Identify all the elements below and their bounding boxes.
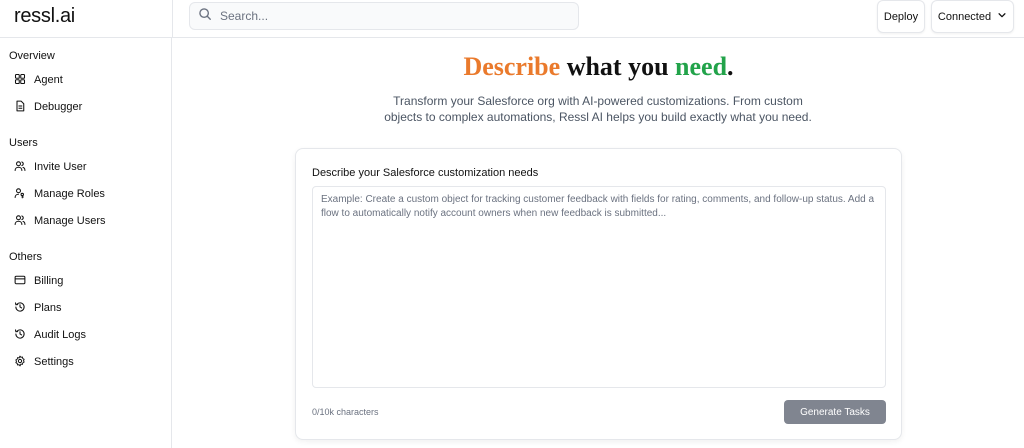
users-icon — [14, 214, 26, 229]
headline-middle: what you — [560, 52, 676, 81]
page-subtitle: Transform your Salesforce org with AI-po… — [384, 94, 812, 124]
generate-tasks-button[interactable]: Generate Tasks — [784, 400, 886, 424]
sidebar-item-plans[interactable]: Plans — [14, 297, 164, 319]
app-root: ressl.ai Deploy Connected Overview — [0, 0, 1024, 448]
section-title-overview: Overview — [9, 50, 55, 62]
character-count: 0/10k characters — [312, 407, 379, 417]
sidebar-item-label: Audit Logs — [34, 329, 86, 341]
sidebar-item-invite-user[interactable]: Invite User — [14, 156, 164, 178]
section-title-users: Users — [9, 137, 38, 149]
sidebar-item-debugger[interactable]: Debugger — [14, 96, 164, 118]
section-title-others: Others — [9, 251, 43, 263]
sidebar-item-audit-logs[interactable]: Audit Logs — [14, 324, 164, 346]
headline-need: need — [675, 52, 728, 81]
chevron-down-icon — [997, 10, 1007, 23]
sidebar-item-billing[interactable]: Billing — [14, 270, 164, 292]
sidebar-item-label: Manage Roles — [34, 188, 105, 200]
sidebar-item-label: Debugger — [34, 101, 83, 113]
sidebar-item-settings[interactable]: Settings — [14, 351, 164, 373]
sidebar: Overview Agent Debugger Users Invite Use… — [0, 38, 172, 448]
sidebar-item-label: Agent — [34, 74, 63, 86]
headline-describe: Describe — [463, 52, 561, 81]
sidebar-item-manage-roles[interactable]: Manage Roles — [14, 183, 164, 205]
sidebar-item-label: Invite User — [34, 161, 87, 173]
prompt-label: Describe your Salesforce customization n… — [312, 167, 539, 179]
top-header: ressl.ai Deploy Connected — [0, 0, 1024, 38]
page-headline: Describe what you need. — [173, 52, 1024, 82]
deploy-button[interactable]: Deploy — [877, 0, 925, 33]
connection-dropdown[interactable]: Connected — [931, 0, 1014, 33]
users-icon — [14, 160, 26, 175]
sidebar-item-label: Plans — [34, 302, 62, 314]
history-icon — [14, 301, 26, 316]
sidebar-item-agent[interactable]: Agent — [14, 69, 164, 91]
credit-card-icon — [14, 274, 26, 289]
gear-icon — [14, 355, 26, 370]
search-icon — [198, 7, 212, 26]
sidebar-item-label: Settings — [34, 356, 74, 368]
sidebar-item-label: Manage Users — [34, 215, 106, 227]
search-box[interactable] — [189, 2, 579, 30]
prompt-card: Describe your Salesforce customization n… — [295, 148, 902, 440]
sidebar-item-label: Billing — [34, 275, 64, 287]
header-divider — [172, 0, 173, 38]
document-icon — [14, 100, 26, 115]
grid-icon — [14, 73, 26, 88]
history-icon — [14, 328, 26, 343]
search-input[interactable] — [220, 9, 570, 23]
connection-label: Connected — [937, 10, 992, 23]
headline-period: . — [727, 52, 734, 81]
main-content: Describe what you need. Transform your S… — [173, 38, 1024, 448]
brand-logo[interactable]: ressl.ai — [14, 5, 75, 28]
user-key-icon — [14, 187, 26, 202]
sidebar-item-manage-users[interactable]: Manage Users — [14, 210, 164, 232]
prompt-textarea[interactable] — [312, 186, 886, 388]
